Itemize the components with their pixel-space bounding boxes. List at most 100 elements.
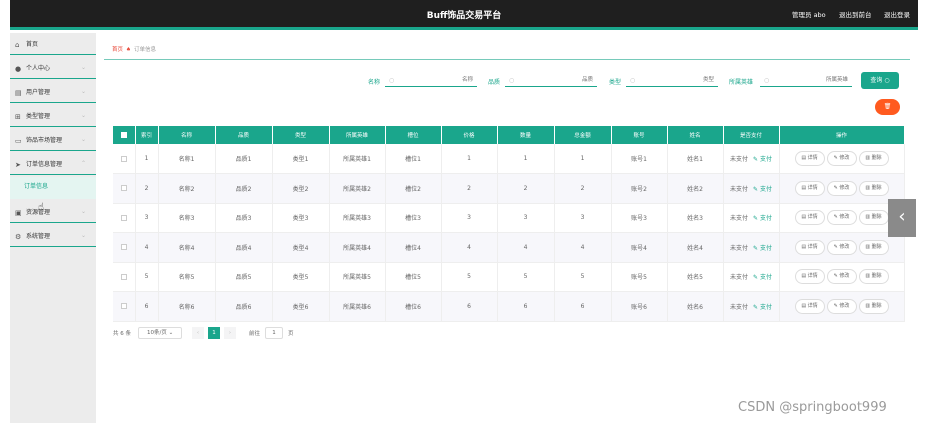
quality-input[interactable] — [505, 73, 597, 87]
edit-button[interactable]: ✎ 修改 — [826, 239, 857, 255]
sidebar-item-home[interactable]: ⌂ 首页 — [10, 33, 96, 55]
sidebar-item-market[interactable]: ▭ 饰品市场管理 ⌄ — [10, 129, 96, 151]
delete-button[interactable]: ▥ 删除 — [858, 239, 889, 255]
select-all-checkbox[interactable] — [113, 126, 136, 144]
table-cell: 6 — [497, 291, 555, 322]
chevron-left-icon: ‹ — [898, 206, 906, 227]
user-icon: ● — [15, 65, 22, 73]
edit-button[interactable]: ✎ 修改 — [826, 151, 857, 166]
exit-to-front-link[interactable]: 退出到前台 — [839, 9, 872, 19]
delete-button[interactable]: ▥ 删除 — [858, 180, 889, 196]
hero-input[interactable] — [760, 73, 852, 87]
edit-label: 修改 — [839, 184, 850, 191]
sidebar-item-label: 用户管理 — [26, 89, 51, 96]
query-button[interactable]: 查询 ○ — [861, 72, 899, 89]
pay-link[interactable]: ✎ 支付 — [753, 274, 772, 281]
doc-icon: ▤ — [801, 302, 807, 309]
send-icon: ➤ — [15, 161, 21, 169]
table-cell: 槽位2 — [385, 173, 442, 204]
detail-button[interactable]: ▤ 详情 — [794, 239, 825, 255]
row-checkbox[interactable] — [113, 232, 136, 263]
table-cell: 1 — [135, 144, 159, 174]
table-cell: 5 — [135, 262, 159, 292]
goto-page-input[interactable]: 1 — [265, 327, 283, 339]
table-cell: 账号3 — [611, 203, 668, 233]
name-input[interactable] — [385, 73, 477, 87]
edit-button[interactable]: ✎ 修改 — [826, 298, 857, 314]
table-cell: 名称3 — [158, 203, 216, 233]
main-content: 首页♠订单信息 名称 ○ 品质 ○ 类型 ○ 所属英雄 ○ 查询 ○ 🗑 索引 … — [104, 33, 916, 423]
collapse-arrow-button[interactable]: ‹ — [888, 199, 916, 237]
sidebar-item-orders[interactable]: ➤ 订单信息管理 ⌃ — [10, 153, 96, 175]
table-cell: 槽位3 — [385, 203, 442, 233]
table-row: 6 名称6 品质6 类型6 所属英雄6 槽位6 6 6 6 账号6 姓名6 未支付 ✎ 支付 ▤ 详情 ✎ … — [113, 291, 905, 322]
table-cell: 所属英雄4 — [329, 232, 386, 263]
table-cell: 1 — [441, 144, 498, 174]
page-size-value: 10条/页 — [147, 330, 167, 336]
table-cell: 名称1 — [158, 144, 216, 174]
batch-delete-button[interactable]: 🗑 — [875, 99, 900, 115]
detail-label: 详情 — [807, 243, 818, 250]
table-cell: 3 — [441, 203, 498, 233]
delete-label: 删除 — [871, 214, 882, 221]
detail-button[interactable]: ▤ 详情 — [794, 298, 825, 314]
page-size-select[interactable]: 10条/页 ⌄ — [138, 327, 182, 339]
detail-button[interactable]: ▤ 详情 — [794, 151, 825, 166]
edit-label: 修改 — [839, 214, 850, 221]
table-row: 2 名称2 品质2 类型2 所属英雄2 槽位2 2 2 2 账号2 姓名2 未支付 ✎ 支付 ▤ 详情 ✎ … — [113, 173, 905, 204]
next-page-button[interactable]: › — [224, 327, 236, 339]
row-checkbox[interactable] — [113, 291, 136, 322]
prev-page-button[interactable]: ‹ — [192, 327, 204, 339]
column-header: 所属英雄 — [329, 126, 386, 144]
trash-icon: ▥ — [865, 184, 871, 191]
trash-icon: 🗑 — [883, 103, 892, 110]
column-header: 数量 — [497, 126, 555, 144]
filter-label-hero: 所属英雄 — [729, 79, 754, 86]
row-checkbox[interactable] — [113, 173, 136, 204]
sidebar-item-profile[interactable]: ● 个人中心 ⌄ — [10, 57, 96, 79]
delete-button[interactable]: ▥ 删除 — [858, 210, 889, 226]
grid-icon: ⊞ — [15, 113, 21, 121]
detail-button[interactable]: ▤ 详情 — [794, 210, 825, 226]
table-cell: 5 — [554, 262, 612, 292]
table-cell: 名称6 — [158, 291, 216, 322]
table-cell: 类型1 — [272, 144, 330, 174]
sidebar-item-label: 类型管理 — [26, 113, 51, 120]
pay-link[interactable]: ✎ 支付 — [753, 215, 772, 222]
row-checkbox[interactable] — [113, 203, 136, 233]
doc-icon: ▤ — [801, 155, 807, 161]
column-header: 价格 — [441, 126, 498, 144]
sidebar-item-users[interactable]: ▤ 用户管理 ⌄ — [10, 81, 96, 103]
pay-link[interactable]: ✎ 支付 — [753, 156, 772, 163]
market-icon: ▭ — [15, 137, 22, 145]
edit-icon: ✎ — [753, 244, 759, 252]
pay-link[interactable]: ✎ 支付 — [753, 186, 772, 193]
logout-link[interactable]: 退出登录 — [884, 9, 910, 19]
delete-button[interactable]: ▥ 删除 — [858, 269, 889, 285]
sidebar-subitem-order-info[interactable]: 订单信息 — [10, 177, 96, 199]
sidebar-item-types[interactable]: ⊞ 类型管理 ⌄ — [10, 105, 96, 127]
type-input[interactable] — [626, 73, 718, 87]
page-number-button[interactable]: 1 — [208, 327, 220, 339]
table-cell: 姓名5 — [667, 262, 724, 292]
breadcrumb-home[interactable]: 首页 — [112, 47, 123, 53]
edit-button[interactable]: ✎ 修改 — [826, 180, 857, 196]
delete-button[interactable]: ▥ 删除 — [858, 298, 889, 314]
table-cell: 2 — [441, 173, 498, 204]
row-checkbox[interactable] — [113, 262, 136, 292]
edit-button[interactable]: ✎ 修改 — [826, 269, 857, 285]
table-cell: 类型4 — [272, 232, 330, 263]
edit-button[interactable]: ✎ 修改 — [826, 210, 857, 226]
edit-icon: ✎ — [833, 184, 838, 191]
detail-label: 详情 — [807, 302, 818, 309]
row-checkbox[interactable] — [113, 144, 136, 174]
pay-link[interactable]: ✎ 支付 — [753, 245, 772, 252]
delete-button[interactable]: ▥ 删除 — [858, 151, 889, 166]
pay-link[interactable]: ✎ 支付 — [753, 304, 772, 311]
table-body: 1 名称1 品质1 类型1 所属英雄1 槽位1 1 1 1 账号1 姓名1 未支付 ✎ 支付 ▤ 详情 ✎ … — [113, 144, 905, 322]
detail-button[interactable]: ▤ 详情 — [794, 180, 825, 196]
table-cell: 品质5 — [215, 262, 273, 292]
sidebar-item-resources[interactable]: ▣ 资源管理 ⌄ — [10, 201, 96, 223]
detail-button[interactable]: ▤ 详情 — [794, 269, 825, 285]
sidebar-item-system[interactable]: ⚙ 系统管理 ⌄ — [10, 225, 96, 247]
